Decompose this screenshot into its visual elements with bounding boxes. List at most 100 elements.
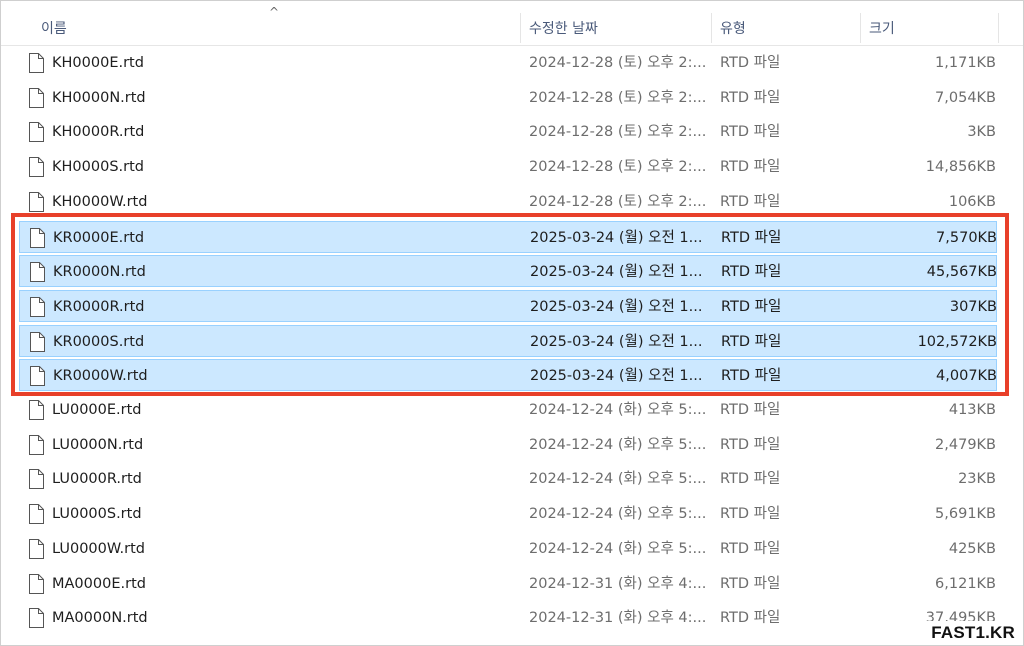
file-modified-date: 2024-12-28 (토) 오후 2:... [529, 159, 707, 176]
file-row[interactable]: KH0000N.rtd 2024-12-28 (토) 오후 2:... RTD 파일… [19, 82, 997, 114]
file-icon [29, 504, 44, 525]
file-size: 4,007KB [936, 368, 997, 385]
file-row[interactable]: KH0000E.rtd 2024-12-28 (토) 오후 2:... RTD 파일… [19, 47, 997, 79]
file-icon [30, 331, 45, 352]
file-icon [30, 296, 45, 317]
file-type: RTD 파일 [720, 471, 781, 488]
file-size: 23KB [958, 471, 996, 488]
file-modified-date: 2024-12-24 (화) 오후 5:... [529, 540, 707, 557]
column-header-size-label: 크기 [869, 21, 895, 37]
file-type: RTD 파일 [720, 506, 781, 523]
file-modified-date: 2024-12-24 (화) 오후 5:... [529, 506, 707, 523]
file-icon [30, 366, 45, 387]
file-size: 45,567KB [926, 264, 997, 281]
file-modified-date: 2025-03-24 (월) 오전 1... [530, 368, 703, 385]
file-size: 6,121KB [935, 575, 996, 592]
file-name: LU0000E.rtd [52, 402, 142, 418]
file-size: 14,856KB [925, 159, 996, 176]
file-size: 3KB [967, 124, 996, 141]
file-row[interactable]: KR0000S.rtd 2025-03-24 (월) 오전 1... RTD 파일 1… [19, 324, 997, 357]
file-modified-date: 2025-03-24 (월) 오전 1... [530, 264, 703, 281]
file-row[interactable]: MA0000N.rtd 2024-12-31 (화) 오후 4:... RTD 파일… [19, 602, 997, 634]
file-name: MA0000N.rtd [52, 610, 148, 627]
file-name: KH0000N.rtd [52, 89, 146, 106]
file-modified-date: 2024-12-28 (토) 오후 2:... [529, 193, 707, 210]
sort-ascending-icon: ^ [269, 5, 280, 19]
file-name: KR0000R.rtd [53, 298, 145, 315]
file-size: 307KB [949, 298, 997, 315]
file-type: RTD 파일 [720, 89, 781, 106]
file-icon [29, 538, 44, 559]
file-type: RTD 파일 [721, 333, 782, 350]
file-type: RTD 파일 [720, 55, 781, 71]
file-name: LU0000N.rtd [52, 436, 144, 453]
file-name: KR0000S.rtd [53, 333, 145, 350]
file-size: 5,691KB [935, 506, 996, 523]
file-type: RTD 파일 [720, 436, 781, 453]
file-type: RTD 파일 [721, 298, 782, 315]
file-row[interactable]: LU0000S.rtd 2024-12-24 (화) 오후 5:... RTD 파일… [19, 498, 997, 530]
file-type: RTD 파일 [721, 264, 782, 281]
file-name: MA0000E.rtd [52, 575, 146, 592]
file-modified-date: 2024-12-31 (화) 오후 4:... [529, 575, 707, 592]
column-header-type[interactable]: 유형 [710, 1, 860, 45]
file-row[interactable]: KH0000S.rtd 2024-12-28 (토) 오후 2:... RTD 파일… [19, 151, 997, 183]
watermark: FAST1.KR [925, 621, 1017, 643]
file-icon [29, 400, 44, 420]
file-icon [29, 87, 44, 108]
file-row[interactable]: MA0000E.rtd 2024-12-31 (화) 오후 4:... RTD 파일… [19, 568, 997, 600]
file-explorer-window: 이름 ^ 수정한 날짜 유형 크기 KH0000E.rtd 2024-12-28 … [0, 0, 1024, 646]
file-row[interactable]: KR0000W.rtd 2025-03-24 (월) 오전 1... RTD 파일 4… [19, 359, 997, 392]
file-size: 1,171KB [935, 55, 996, 71]
file-size: 413KB [948, 402, 996, 418]
file-size: 425KB [948, 540, 996, 557]
file-icon [29, 122, 44, 143]
file-modified-date: 2024-12-31 (화) 오후 4:... [529, 610, 707, 627]
file-type: RTD 파일 [720, 193, 781, 210]
file-modified-date: 2024-12-28 (토) 오후 2:... [529, 89, 707, 106]
column-header-name-label: 이름 [41, 21, 67, 37]
file-name: KH0000W.rtd [52, 193, 148, 210]
file-icon [29, 191, 44, 212]
file-row[interactable]: LU0000W.rtd 2024-12-24 (화) 오후 5:... RTD 파일… [19, 533, 997, 565]
file-type: RTD 파일 [721, 229, 782, 246]
file-modified-date: 2025-03-24 (월) 오전 1... [530, 229, 703, 246]
file-modified-date: 2024-12-28 (토) 오후 2:... [529, 124, 707, 141]
file-name: KH0000S.rtd [52, 159, 144, 176]
file-row[interactable]: KH0000W.rtd 2024-12-28 (토) 오후 2:... RTD 파일… [19, 186, 997, 218]
file-type: RTD 파일 [720, 402, 781, 418]
file-name: LU0000R.rtd [52, 471, 142, 488]
file-row[interactable]: LU0000E.rtd 2024-12-24 (화) 오후 5:... RTD 파일… [19, 394, 997, 426]
file-icon [29, 157, 44, 178]
file-size: 2,479KB [935, 436, 996, 453]
file-name: KH0000R.rtd [52, 124, 145, 141]
file-name: LU0000W.rtd [52, 540, 146, 557]
file-modified-date: 2025-03-24 (월) 오전 1... [530, 298, 703, 315]
file-type: RTD 파일 [720, 540, 781, 557]
file-icon [29, 469, 44, 490]
file-type: RTD 파일 [720, 159, 781, 176]
column-header-date-label: 수정한 날짜 [529, 21, 598, 37]
column-header-size[interactable]: 크기 [859, 1, 999, 45]
file-modified-date: 2024-12-24 (화) 오후 5:... [529, 471, 707, 488]
file-icon [29, 53, 44, 73]
column-divider[interactable] [998, 13, 999, 43]
file-row[interactable]: KR0000E.rtd 2025-03-24 (월) 오전 1... RTD 파일 7… [19, 220, 997, 253]
file-row[interactable]: LU0000N.rtd 2024-12-24 (화) 오후 5:... RTD 파일… [19, 429, 997, 461]
file-row[interactable]: KR0000R.rtd 2025-03-24 (월) 오전 1... RTD 파일 3… [19, 289, 997, 322]
file-row[interactable]: LU0000R.rtd 2024-12-24 (화) 오후 5:... RTD 파일… [19, 463, 997, 495]
column-header-date[interactable]: 수정한 날짜 [519, 1, 711, 45]
file-modified-date: 2024-12-24 (화) 오후 5:... [529, 402, 707, 418]
file-row[interactable]: KR0000N.rtd 2025-03-24 (월) 오전 1... RTD 파일 4… [19, 255, 997, 288]
file-type: RTD 파일 [721, 368, 782, 385]
file-icon [29, 608, 44, 629]
file-modified-date: 2025-03-24 (월) 오전 1... [530, 333, 703, 350]
file-name: KR0000E.rtd [53, 229, 145, 246]
file-modified-date: 2024-12-24 (화) 오후 5:... [529, 436, 707, 453]
file-name: KR0000W.rtd [53, 368, 148, 385]
file-row[interactable]: KH0000R.rtd 2024-12-28 (토) 오후 2:... RTD 파일… [19, 116, 997, 148]
file-icon [29, 434, 44, 455]
file-type: RTD 파일 [720, 610, 781, 627]
file-modified-date: 2024-12-28 (토) 오후 2:... [529, 55, 707, 71]
file-name: KR0000N.rtd [53, 264, 146, 281]
